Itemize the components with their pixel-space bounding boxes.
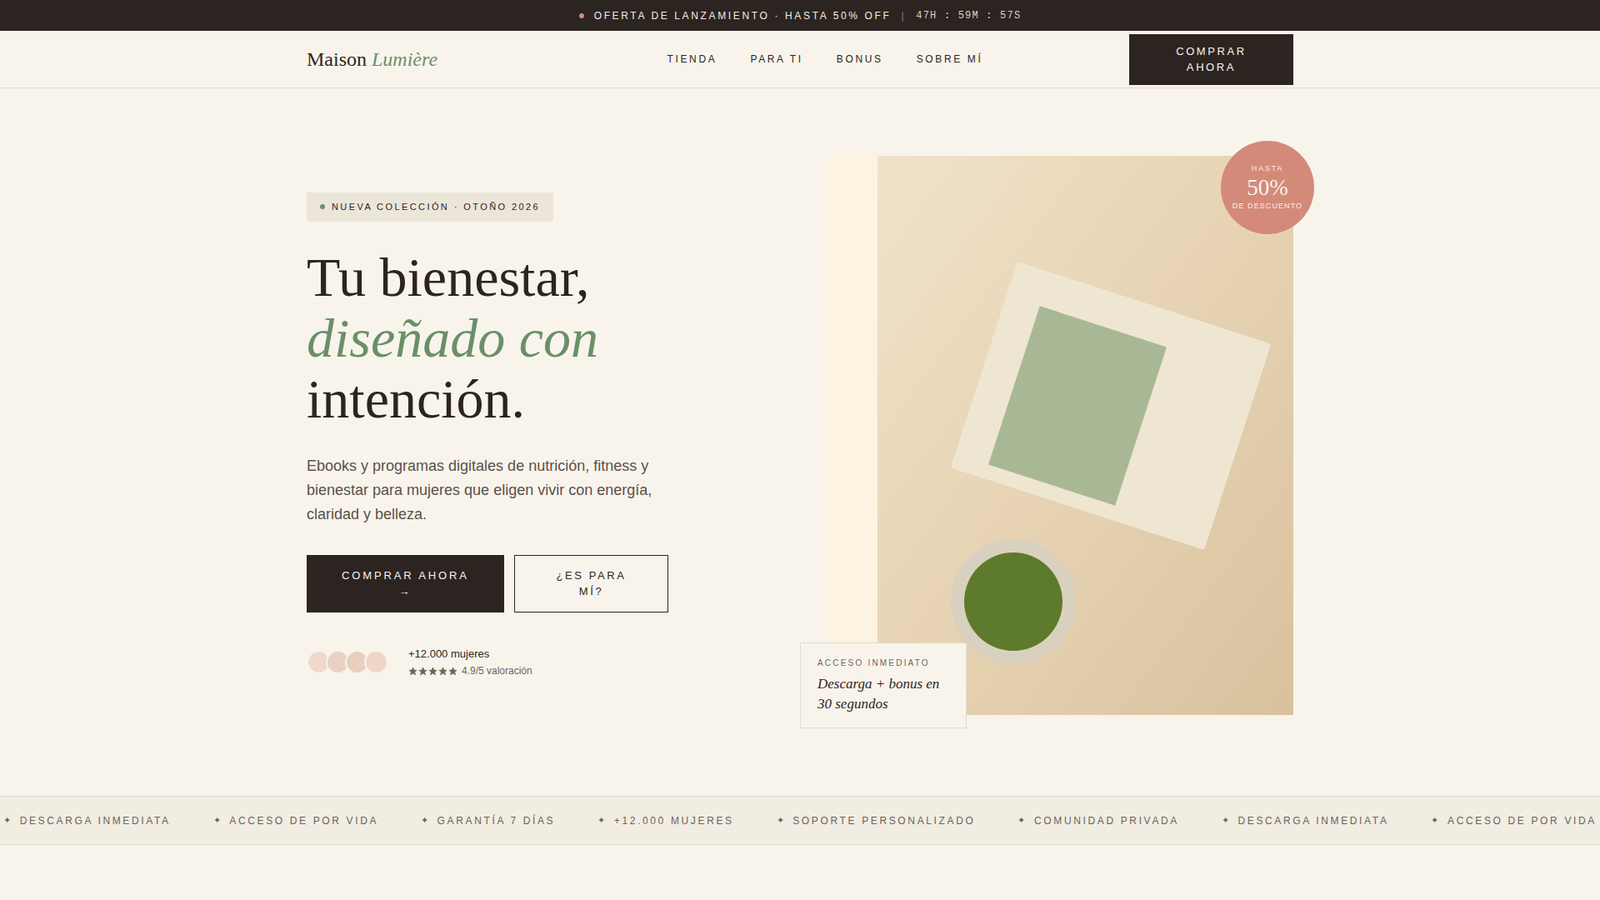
star-icon [408,666,418,676]
marquee-text: SOPORTE PERSONALIZADO [792,813,975,829]
hero: NUEVA COLECCIÓN · OTOÑO 2026 Tu bienesta… [0,88,1600,796]
collection-badge: NUEVA COLECCIÓN · OTOÑO 2026 [306,192,554,222]
star-icon [448,666,458,676]
header: Maison Lumière TIENDA PARA TI BONUS SOBRE M… [0,30,1600,89]
buy-button[interactable]: COMPRAR AHORA → [306,555,505,613]
nav-link[interactable]: BONUS [836,51,884,67]
discount-value: 50% [1246,174,1289,201]
marquee-text: GARANTÍA 7 DÍAS [437,813,556,829]
star-icon [438,666,448,676]
announcement-bar: OFERTA DE LANZAMIENTO · HASTA 50% OFF | … [0,0,1600,31]
header-cta-button[interactable]: COMPRAR AHORA [1129,34,1294,85]
women-count: +12.000 mujeres [408,645,533,663]
sparkle-icon: ✦ [213,813,224,828]
announcement-text: OFERTA DE LANZAMIENTO · HASTA 50% OFF [594,8,892,24]
marquee-item: ✦ ACCESO DE POR VIDA [1430,813,1597,829]
access-text: Descarga + bonus en 30 segundos [817,674,950,715]
hero-description: Ebooks y programas digitales de nutrició… [306,454,686,527]
marquee-item: ✦ DESCARGA INMEDIATA [1221,813,1390,829]
marquee: ✦ DESCARGA INMEDIATA ✦ ACCESO DE POR VIDA ✦ G… [0,795,1600,845]
marquee-item: ✦ DESCARGA INMEDIATA [3,813,171,829]
rating-stars [408,666,458,676]
photo-cup-shape [950,539,1076,665]
title-line: Tu bienestar, [306,246,599,308]
sparkle-icon: ✦ [1430,813,1441,828]
logo[interactable]: Maison Lumière [306,44,524,75]
marquee-item: ✦ ACCESO DE POR VIDA [213,813,380,829]
nav-link[interactable]: TIENDA [667,51,718,67]
rating-text: 4.9/5 valoración [461,663,533,679]
marquee-text: COMUNIDAD PRIVADA [1034,813,1180,829]
avatars [306,650,389,675]
marquee-text: ACCESO DE POR VIDA [1447,813,1597,829]
marquee-item: ✦ +12.000 MUJERES [597,813,735,829]
nav-link[interactable]: SOBRE MÍ [916,51,984,67]
hero-title: Tu bienestar, diseñado con intención. [306,246,599,430]
star-icon [418,666,428,676]
countdown: 47H : 59M : 57S [915,8,1021,24]
hero-text: NUEVA COLECCIÓN · OTOÑO 2026 Tu bienesta… [306,192,800,679]
discount-top: HASTA [1251,163,1284,175]
sparkle-icon: ✦ [1017,813,1028,828]
main-nav: TIENDA PARA TI BONUS SOBRE MÍ [667,51,984,67]
access-card: ACCESO INMEDIATO Descarga + bonus en 30 … [800,642,967,729]
sparkle-icon: ✦ [420,813,431,828]
social-proof: +12.000 mujeres 4.9/5 valoración [306,645,533,680]
announcement-dot [579,13,585,19]
is-for-me-button[interactable]: ¿ES PARA MÍ? [514,555,669,613]
marquee-text: +12.000 MUJERES [614,813,735,829]
title-line: intención. [306,368,599,430]
badge-dot [320,204,325,210]
sparkle-icon: ✦ [776,813,787,828]
logo-first: Maison [306,44,367,75]
discount-badge: HASTA 50% DE DESCUENTO [1220,140,1315,235]
logo-accent: Lumière [371,44,438,75]
badge-text: NUEVA COLECCIÓN · OTOÑO 2026 [331,200,540,215]
marquee-text: DESCARGA INMEDIATA [20,813,171,829]
avatar [364,650,389,675]
nav-link[interactable]: PARA TI [750,51,803,67]
marquee-item: ✦ GARANTÍA 7 DÍAS [420,813,555,829]
hero-photo [877,155,1294,715]
separator: | [901,8,907,24]
sparkle-icon: ✦ [3,813,14,828]
cream-strip [826,155,878,715]
marquee-text: DESCARGA INMEDIATA [1237,813,1389,829]
marquee-item: ✦ SOPORTE PERSONALIZADO [776,813,976,829]
marquee-item: ✦ COMUNIDAD PRIVADA [1017,813,1180,829]
sparkle-icon: ✦ [597,813,608,828]
access-label: ACCESO INMEDIATO [817,656,950,670]
star-icon [428,666,438,676]
marquee-text: ACCESO DE POR VIDA [229,813,379,829]
title-accent: diseñado con [306,307,599,369]
hero-visual: HASTA 50% DE DESCUENTO ACCESO INMEDIATO … [800,155,1294,715]
discount-bottom: DE DESCUENTO [1232,200,1303,213]
sparkle-icon: ✦ [1221,813,1232,828]
